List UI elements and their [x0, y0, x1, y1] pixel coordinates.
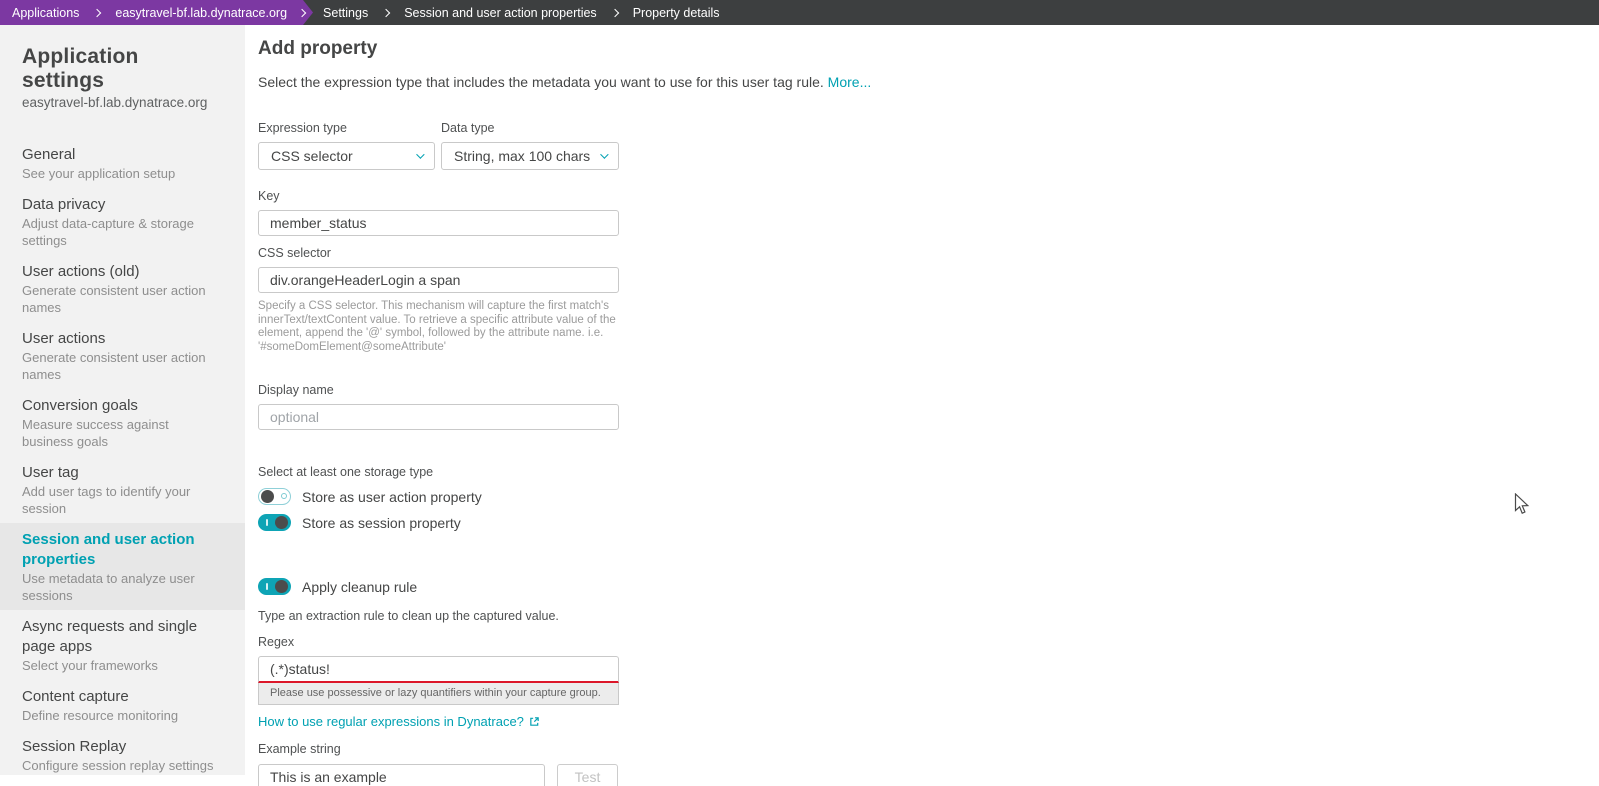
css-selector-label: CSS selector [258, 246, 1599, 260]
intro-text: Select the expression type that includes… [258, 74, 1599, 90]
sidebar-title: Application settings [0, 45, 245, 93]
user-action-property-toggle-label: Store as user action property [302, 489, 482, 505]
sidebar-item-content-capture[interactable]: Content capture Define resource monitori… [0, 680, 245, 730]
regex-error-message: Please use possessive or lazy quantifier… [258, 683, 619, 705]
sidebar-item-title: Async requests and single page apps [22, 617, 223, 657]
breadcrumb-item-session-properties[interactable]: Session and user action properties [398, 0, 602, 25]
toggle-knob [275, 580, 288, 593]
key-label: Key [258, 189, 1599, 203]
intro-sentence: Select the expression type that includes… [258, 74, 824, 90]
storage-type-label: Select at least one storage type [258, 465, 1599, 479]
toggle-on-bar [266, 519, 268, 526]
sidebar-item-session-properties[interactable]: Session and user action properties Use m… [0, 523, 245, 610]
settings-sidebar: Application settings easytravel-bf.lab.d… [0, 25, 245, 775]
test-button[interactable]: Test [557, 764, 618, 786]
sidebar-item-subtitle: Measure success against business goals [22, 416, 223, 450]
sidebar-item-data-privacy[interactable]: Data privacy Adjust data-capture & stora… [0, 188, 245, 255]
display-name-label: Display name [258, 383, 1599, 397]
sidebar-item-title: Session and user action properties [22, 530, 223, 570]
data-type-value: String, max 100 chars [454, 148, 590, 164]
toggle-knob [261, 490, 274, 503]
sidebar-item-user-actions[interactable]: User actions Generate consistent user ac… [0, 322, 245, 389]
session-property-toggle[interactable] [258, 514, 291, 531]
session-property-toggle-label: Store as session property [302, 515, 461, 531]
css-selector-help: Specify a CSS selector. This mechanism w… [258, 300, 624, 354]
sidebar-item-user-experience[interactable]: User experience Configure user experienc… [0, 780, 245, 786]
css-selector-input[interactable] [258, 267, 619, 293]
sidebar-item-title: Session Replay [22, 737, 223, 757]
sidebar-item-title: User actions (old) [22, 262, 223, 282]
sidebar-item-general[interactable]: General See your application setup [0, 138, 245, 188]
breadcrumb-item-applications[interactable]: Applications [6, 6, 85, 20]
sidebar-item-title: User actions [22, 329, 223, 349]
sidebar-item-title: Data privacy [22, 195, 223, 215]
breadcrumb-item-property-details[interactable]: Property details [627, 0, 726, 25]
apply-cleanup-rule-toggle-label: Apply cleanup rule [302, 579, 417, 595]
chevron-right-icon [610, 8, 618, 16]
sidebar-item-subtitle: Add user tags to identify your session [22, 483, 223, 517]
expression-type-select[interactable]: CSS selector [258, 142, 435, 170]
example-string-input[interactable] [258, 764, 545, 786]
chevron-down-icon [600, 150, 608, 158]
user-action-property-toggle[interactable] [258, 488, 291, 505]
sidebar-item-session-replay[interactable]: Session Replay Configure session replay … [0, 730, 245, 780]
example-string-label: Example string [258, 742, 1599, 756]
regex-help-link[interactable]: How to use regular expressions in Dynatr… [258, 714, 524, 729]
chevron-right-icon [93, 8, 101, 16]
sidebar-item-conversion-goals[interactable]: Conversion goals Measure success against… [0, 389, 245, 456]
expression-type-value: CSS selector [271, 148, 353, 164]
sidebar-item-subtitle: Use metadata to analyze user sessions [22, 570, 223, 604]
breadcrumb-purple-group: Applications easytravel-bf.lab.dynatrace… [0, 0, 313, 25]
add-property-panel: Add property Select the expression type … [245, 25, 1599, 786]
sidebar-item-subtitle: Define resource monitoring [22, 707, 223, 724]
sidebar-item-subtitle: Generate consistent user action names [22, 282, 223, 316]
apply-cleanup-rule-toggle[interactable] [258, 578, 291, 595]
sidebar-nav: General See your application setup Data … [0, 138, 245, 786]
sidebar-item-subtitle: Adjust data-capture & storage settings [22, 215, 223, 249]
sidebar-item-title: General [22, 145, 223, 165]
regex-input[interactable] [258, 656, 619, 683]
regex-label: Regex [258, 635, 1599, 649]
sidebar-item-title: User tag [22, 463, 223, 483]
sidebar-item-subtitle: Configure session replay settings [22, 757, 223, 774]
sidebar-item-title: Content capture [22, 687, 223, 707]
breadcrumb-item-settings[interactable]: Settings [317, 0, 374, 25]
sidebar-item-subtitle: Generate consistent user action names [22, 349, 223, 383]
external-link-icon [529, 716, 540, 727]
sidebar-subtitle: easytravel-bf.lab.dynatrace.org [0, 93, 245, 110]
data-type-select[interactable]: String, max 100 chars [441, 142, 619, 170]
page-title: Add property [258, 38, 1599, 60]
expression-type-label: Expression type [258, 121, 435, 135]
breadcrumb-item-application-name[interactable]: easytravel-bf.lab.dynatrace.org [109, 6, 293, 20]
chevron-right-icon [382, 8, 390, 16]
sidebar-item-user-tag[interactable]: User tag Add user tags to identify your … [0, 456, 245, 523]
sidebar-item-subtitle: Select your frameworks [22, 657, 223, 674]
toggle-off-ring [281, 493, 287, 499]
sidebar-item-user-actions-old[interactable]: User actions (old) Generate consistent u… [0, 255, 245, 322]
breadcrumb: Applications easytravel-bf.lab.dynatrace… [0, 0, 1599, 25]
more-link[interactable]: More... [828, 74, 872, 90]
key-input[interactable] [258, 210, 619, 236]
sidebar-item-title: Conversion goals [22, 396, 223, 416]
chevron-down-icon [416, 150, 424, 158]
toggle-knob [275, 516, 288, 529]
cleanup-description: Type an extraction rule to clean up the … [258, 609, 1599, 623]
sidebar-item-subtitle: See your application setup [22, 165, 223, 182]
display-name-input[interactable] [258, 404, 619, 430]
toggle-on-bar [266, 583, 268, 590]
sidebar-item-async-requests[interactable]: Async requests and single page apps Sele… [0, 610, 245, 680]
data-type-label: Data type [441, 121, 619, 135]
